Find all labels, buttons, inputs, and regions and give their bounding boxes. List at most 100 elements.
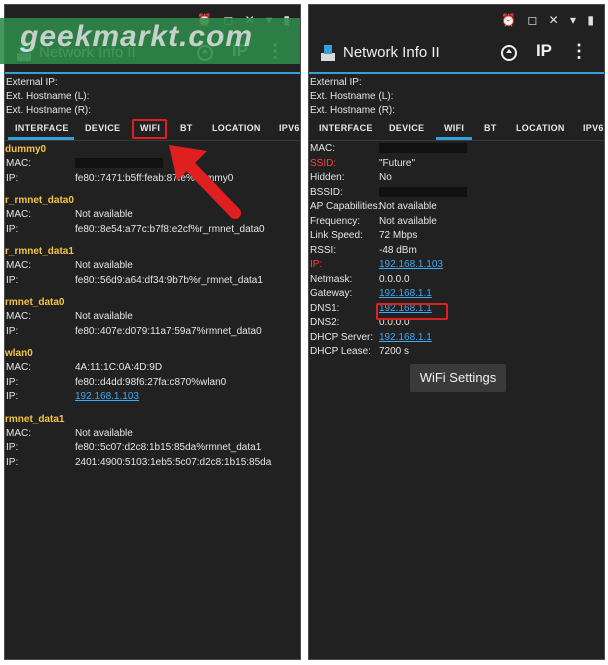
red-arrow-icon xyxy=(169,145,241,219)
tab-interface[interactable]: INTERFACE xyxy=(15,123,69,133)
list-item: Link Speed: 72 Mbps xyxy=(309,229,604,244)
row-key: DNS1: xyxy=(310,302,340,314)
list-item: MAC: 4A:11:1C:0A:4D:9D xyxy=(5,361,300,376)
row-key: Gateway: xyxy=(310,288,353,299)
row-value: Not available xyxy=(75,311,133,322)
section-header: wlan0 xyxy=(5,348,33,359)
row-key: IP: xyxy=(310,259,323,270)
tab-interface[interactable]: INTERFACE xyxy=(319,123,373,133)
row-key: MAC: xyxy=(310,143,335,154)
external-ip-label: External IP: xyxy=(310,77,362,88)
row-key: DNS2: xyxy=(310,317,340,328)
tab-location[interactable]: LOCATION xyxy=(516,123,565,133)
app-title: Network Info II xyxy=(343,44,440,61)
external-info: External IP: Ext. Hostname (L): Ext. Hos… xyxy=(309,74,604,118)
row-value[interactable]: 192.168.1.103 xyxy=(75,391,139,402)
row-value: Not available xyxy=(75,260,133,271)
row-value: Not available xyxy=(379,201,437,212)
more-menu-icon[interactable]: ⋮ xyxy=(570,41,588,62)
row-key: DHCP Lease: xyxy=(310,346,371,357)
tab-device[interactable]: DEVICE xyxy=(389,123,424,133)
tab-bt[interactable]: BT xyxy=(180,123,193,133)
divider xyxy=(5,288,300,294)
row-value: fe80::5c07:d2c8:1b15:85da%rmnet_data1 xyxy=(75,442,262,453)
ext-hostname-r-label: Ext. Hostname (R): xyxy=(6,105,92,116)
row-value: Not available xyxy=(75,427,133,439)
wifi-settings-button[interactable]: WiFi Settings xyxy=(410,364,506,392)
tab-location[interactable]: LOCATION xyxy=(212,123,261,133)
row-key: Netmask: xyxy=(310,273,353,285)
row-value: 4A:11:1C:0A:4D:9D xyxy=(75,362,163,373)
list-item: IP: 192.168.1.103 xyxy=(309,258,604,273)
list-item: RSSI: -48 dBm xyxy=(309,244,604,259)
ext-hostname-l-label: Ext. Hostname (L): xyxy=(310,91,394,102)
row-value: Not available xyxy=(379,215,437,227)
ip-button[interactable]: IP xyxy=(536,41,552,61)
watermark: geekmarkt.com xyxy=(0,18,300,64)
row-value: fe80::d4dd:98f6:27fa:c870%wlan0 xyxy=(75,376,227,388)
section-header: rmnet_data0 xyxy=(5,297,65,308)
list-item: MAC: Not available xyxy=(5,208,300,223)
list-item: DNS2: 0.0.0.0 xyxy=(309,316,604,331)
tab-ipv6[interactable]: IPV6 xyxy=(279,123,300,133)
row-value: Not available xyxy=(75,209,133,220)
tab-wifi[interactable]: WIFI xyxy=(444,123,464,133)
row-key: IP: xyxy=(6,172,19,184)
row-value: fe80::8e54:a77c:b7f8:e2cf%r_rmnet_data0 xyxy=(75,223,265,235)
tab-bar: INTERFACE DEVICE WIFI BT LOCATION IPV6 xyxy=(5,118,300,141)
list-item: Netmask: 0.0.0.0 xyxy=(309,273,604,288)
row-value: 7200 s xyxy=(379,346,410,357)
list-item: DNS1: 192.168.1.1 xyxy=(309,302,604,317)
row-value[interactable]: 192.168.1.1 xyxy=(379,288,432,299)
row-key: MAC: xyxy=(6,260,31,271)
row-key: IP: xyxy=(6,274,19,286)
row-value[interactable]: 192.168.1.1 xyxy=(379,332,432,343)
list-item: MAC: Not available xyxy=(5,310,300,325)
external-ip-label: External IP: xyxy=(6,77,58,88)
row-key: IP: xyxy=(6,376,19,388)
wifi-details: MAC: SSID: "Future" Hidden: No BSSID: AP Capab… xyxy=(309,141,604,360)
divider xyxy=(5,470,300,476)
active-tab-indicator xyxy=(436,137,472,140)
tab-ipv6[interactable]: IPV6 xyxy=(583,123,604,133)
row-key: Link Speed: xyxy=(310,230,363,241)
row-key: RSSI: xyxy=(310,244,337,256)
list-item: MAC: Not available xyxy=(5,427,300,442)
list-item: IP: fe80::7471:b5ff:feab:87fe%dummy0 xyxy=(5,172,300,187)
list-item: Hidden: No xyxy=(309,171,604,186)
row-value: -48 dBm xyxy=(379,244,417,256)
divider xyxy=(5,339,300,345)
list-item: DHCP Server: 192.168.1.1 xyxy=(309,331,604,346)
divider xyxy=(5,186,300,192)
wifi-tab-highlight xyxy=(132,119,167,139)
section-header: r_rmnet_data0 xyxy=(5,195,74,206)
row-key: SSID: xyxy=(310,157,337,169)
section-header: rmnet_data1 xyxy=(5,413,65,425)
divider xyxy=(5,405,300,411)
row-value xyxy=(379,143,467,154)
refresh-icon[interactable] xyxy=(500,44,518,62)
row-value[interactable]: 192.168.1.103 xyxy=(379,259,443,270)
row-key: IP: xyxy=(6,223,19,235)
row-key: IP: xyxy=(6,456,19,468)
list-item: AP Capabilities: Not available xyxy=(309,200,604,215)
external-info: External IP: Ext. Hostname (L): Ext. Hos… xyxy=(5,74,300,118)
row-key: DHCP Server: xyxy=(310,331,374,343)
row-value xyxy=(379,186,467,198)
row-value: 2401:4900:5103:1eb5:5c07:d2c8:1b15:85da xyxy=(75,456,272,468)
list-item: IP: fe80::8e54:a77c:b7f8:e2cf%r_rmnet_dat… xyxy=(5,223,300,238)
section-header: r_rmnet_data1 xyxy=(5,246,74,257)
tab-device[interactable]: DEVICE xyxy=(85,123,120,133)
row-key: MAC: xyxy=(6,209,31,220)
list-item: IP: fe80::56d9:a64:df34:9b7b%r_rmnet_data… xyxy=(5,274,300,289)
list-item: IP: 2401:4900:5103:1eb5:5c07:d2c8:1b15:85… xyxy=(5,456,300,471)
dns1-highlight xyxy=(376,303,448,320)
row-key: AP Capabilities: xyxy=(310,201,381,212)
row-value: 0.0.0.0 xyxy=(379,273,410,285)
row-key: MAC: xyxy=(6,311,31,322)
right-phone-screen: ⏰ ◻ ✕ ▾ ▮ Network Info II IP ⋮ External … xyxy=(308,4,605,660)
app-bar: Network Info II IP ⋮ xyxy=(309,35,604,74)
status-icons: ⏰ ◻ ✕ ▾ ▮ xyxy=(501,13,598,27)
tab-bt[interactable]: BT xyxy=(484,123,497,133)
redacted-value xyxy=(379,143,467,154)
